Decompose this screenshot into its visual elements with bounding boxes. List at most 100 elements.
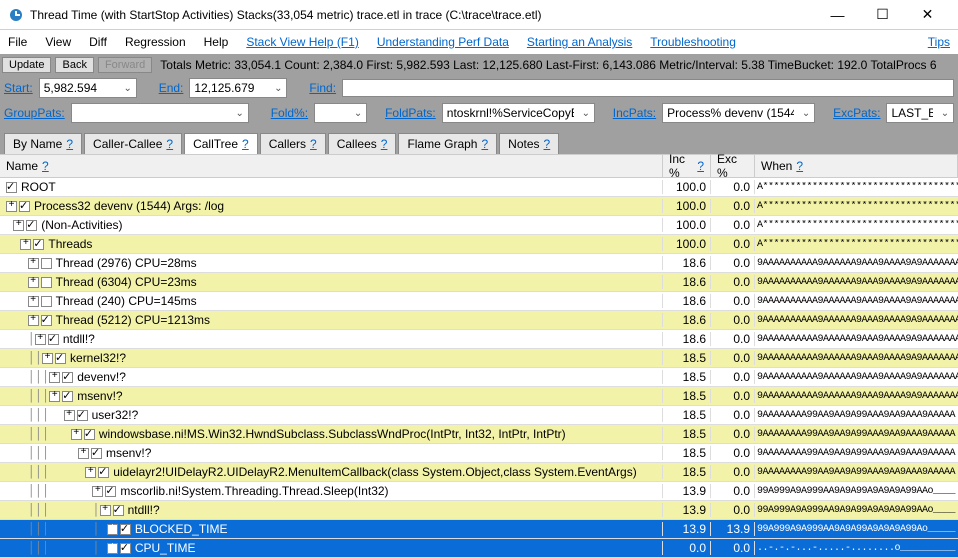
find-input[interactable] — [342, 79, 954, 97]
checkbox[interactable] — [120, 543, 131, 554]
tab-flame[interactable]: Flame Graph? — [398, 133, 497, 154]
back-button[interactable]: Back — [55, 57, 93, 73]
foldpct-label[interactable]: Fold%: — [271, 106, 308, 120]
checkbox[interactable] — [19, 201, 30, 212]
table-row[interactable]: +Process32 devenv (1544) Args: /log100.0… — [0, 197, 958, 216]
grouppats-label[interactable]: GroupPats: — [4, 106, 65, 120]
end-input[interactable]: ⌄ — [189, 78, 287, 98]
checkbox[interactable] — [41, 277, 52, 288]
chevron-down-icon[interactable]: ⌄ — [798, 108, 814, 119]
foldpats-input[interactable]: ⌄ — [442, 103, 595, 123]
table-row[interactable]: │││ │ +CPU_TIME0.00.0..-.-.-...-.....-..… — [0, 539, 958, 558]
link-stackview-help[interactable]: Stack View Help (F1) — [246, 35, 358, 49]
link-starting[interactable]: Starting an Analysis — [527, 35, 632, 49]
menu-regression[interactable]: Regression — [125, 35, 186, 49]
chevron-down-icon[interactable]: ⌄ — [578, 108, 594, 119]
link-tips[interactable]: Tips — [928, 35, 950, 49]
cell-name[interactable]: +Process32 devenv (1544) Args: /log — [0, 199, 663, 213]
expand-icon[interactable]: + — [35, 334, 46, 345]
update-button[interactable]: Update — [2, 57, 51, 73]
maximize-button[interactable]: ☐ — [860, 1, 905, 29]
excpats-input[interactable]: ⌄ — [886, 103, 954, 123]
expand-icon[interactable]: + — [49, 391, 60, 402]
expand-icon[interactable]: + — [85, 467, 96, 478]
cell-name[interactable]: │││ +mscorlib.ni!System.Threading.Thread… — [0, 484, 663, 498]
expand-icon[interactable]: + — [20, 239, 31, 250]
table-row[interactable]: +Thread (240) CPU=145ms18.60.09AAAAAAAAA… — [0, 292, 958, 311]
col-inc[interactable]: Inc %? — [663, 155, 711, 177]
expand-icon[interactable]: + — [28, 258, 39, 269]
menu-view[interactable]: View — [45, 35, 71, 49]
find-label[interactable]: Find: — [309, 81, 336, 95]
checkbox[interactable] — [91, 448, 102, 459]
checkbox[interactable] — [62, 391, 73, 402]
tab-callers[interactable]: Callers? — [260, 133, 326, 154]
expand-icon[interactable]: + — [49, 372, 60, 383]
foldpats-label[interactable]: FoldPats: — [385, 106, 436, 120]
excpats-label[interactable]: ExcPats: — [833, 106, 880, 120]
chevron-down-icon[interactable]: ⌄ — [232, 108, 248, 119]
checkbox[interactable] — [26, 220, 37, 231]
expand-icon[interactable]: + — [92, 486, 103, 497]
checkbox[interactable] — [105, 486, 116, 497]
checkbox[interactable] — [120, 524, 131, 535]
chevron-down-icon[interactable]: ⌄ — [937, 108, 953, 119]
table-row[interactable]: │││ +uidelayr2!UIDelayR2.UIDelayR2.MenuI… — [0, 463, 958, 482]
end-label[interactable]: End: — [159, 81, 184, 95]
table-row[interactable]: │││ +user32!?18.50.09AAAAAAAA99AA9AA9A99… — [0, 406, 958, 425]
expand-icon[interactable]: + — [6, 201, 17, 212]
checkbox[interactable] — [113, 505, 124, 516]
table-row[interactable]: ROOT100.00.0A***************************… — [0, 178, 958, 197]
cell-name[interactable]: │││ +windowsbase.ni!MS.Win32.HwndSubclas… — [0, 427, 663, 441]
expand-icon[interactable]: + — [78, 448, 89, 459]
table-row[interactable]: +Thread (5212) CPU=1213ms18.60.09AAAAAAA… — [0, 311, 958, 330]
table-row[interactable]: +Thread (2976) CPU=28ms18.60.09AAAAAAAAA… — [0, 254, 958, 273]
cell-name[interactable]: │││ +uidelayr2!UIDelayR2.UIDelayR2.MenuI… — [0, 465, 663, 479]
cell-name[interactable]: +Thread (240) CPU=145ms — [0, 294, 663, 308]
checkbox[interactable] — [48, 334, 59, 345]
tab-callees[interactable]: Callees? — [328, 133, 397, 154]
table-row[interactable]: │+ntdll!?18.60.09AAAAAAAAAA9AAAAAA9AAA9A… — [0, 330, 958, 349]
col-name[interactable]: Name? — [0, 155, 663, 177]
cell-name[interactable]: │││ │ +BLOCKED_TIME — [0, 522, 663, 536]
cell-name[interactable]: │││ │+ntdll!? — [0, 503, 663, 517]
table-row[interactable]: │││+msenv!?18.50.09AAAAAAAAAA9AAAAAA9AAA… — [0, 387, 958, 406]
expand-icon[interactable]: + — [13, 220, 24, 231]
cell-name[interactable]: +Thread (6304) CPU=23ms — [0, 275, 663, 289]
tab-byname[interactable]: By Name? — [4, 133, 82, 154]
checkbox[interactable] — [6, 182, 17, 193]
incpats-label[interactable]: IncPats: — [613, 106, 656, 120]
chevron-down-icon[interactable]: ⌄ — [120, 83, 136, 94]
expand-icon[interactable]: + — [107, 524, 118, 535]
cell-name[interactable]: │││ +user32!? — [0, 408, 663, 422]
menu-diff[interactable]: Diff — [89, 35, 107, 49]
expand-icon[interactable]: + — [28, 315, 39, 326]
chevron-down-icon[interactable]: ⌄ — [270, 83, 286, 94]
expand-icon[interactable]: + — [100, 505, 111, 516]
table-row[interactable]: │││ │ +BLOCKED_TIME13.913.999A999A9A999A… — [0, 520, 958, 539]
checkbox[interactable] — [62, 372, 73, 383]
table-row[interactable]: │││+devenv!?18.50.09AAAAAAAAAA9AAAAAA9AA… — [0, 368, 958, 387]
checkbox[interactable] — [41, 296, 52, 307]
cell-name[interactable]: ││+kernel32!? — [0, 351, 663, 365]
checkbox[interactable] — [41, 315, 52, 326]
table-row[interactable]: +Threads100.00.0A***********************… — [0, 235, 958, 254]
expand-icon[interactable]: + — [28, 277, 39, 288]
checkbox[interactable] — [41, 258, 52, 269]
expand-icon[interactable]: + — [64, 410, 75, 421]
table-row[interactable]: +(Non-Activities)100.00.0A**************… — [0, 216, 958, 235]
cell-name[interactable]: │││ │ +CPU_TIME — [0, 541, 663, 555]
table-row[interactable]: │││ +mscorlib.ni!System.Threading.Thread… — [0, 482, 958, 501]
foldpct-input[interactable]: ⌄ — [314, 103, 367, 123]
cell-name[interactable]: ROOT — [0, 180, 663, 194]
table-row[interactable]: ││+kernel32!?18.50.09AAAAAAAAAA9AAAAAA9A… — [0, 349, 958, 368]
expand-icon[interactable]: + — [107, 543, 118, 554]
cell-name[interactable]: +Thread (5212) CPU=1213ms — [0, 313, 663, 327]
start-label[interactable]: Start: — [4, 81, 33, 95]
col-when[interactable]: When? — [755, 155, 958, 177]
close-button[interactable]: ✕ — [905, 1, 950, 29]
expand-icon[interactable]: + — [71, 429, 82, 440]
table-row[interactable]: +Thread (6304) CPU=23ms18.60.09AAAAAAAAA… — [0, 273, 958, 292]
tab-caller-callee[interactable]: Caller-Callee? — [84, 133, 182, 154]
cell-name[interactable]: │││ +msenv!? — [0, 446, 663, 460]
